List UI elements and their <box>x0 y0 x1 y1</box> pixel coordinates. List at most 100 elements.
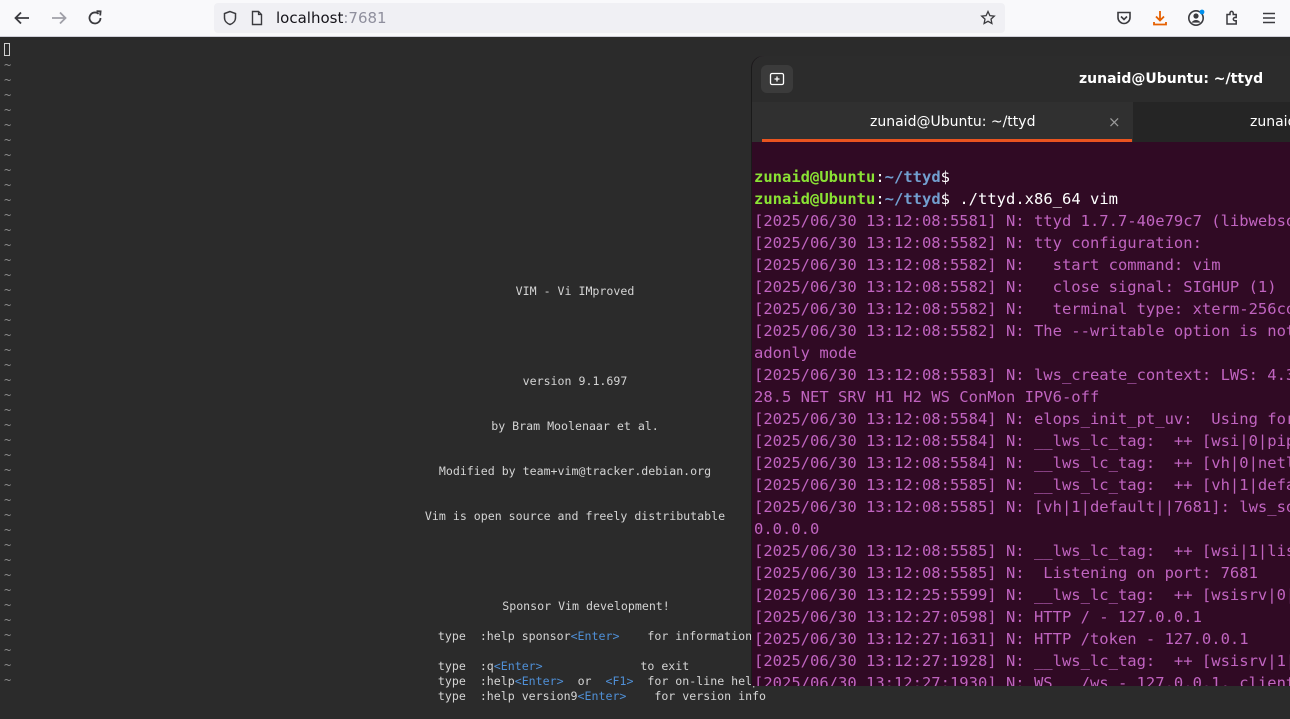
terminal-output[interactable]: zunaid@Ubuntu:~/ttyd$ zunaid@Ubuntu:~/tty… <box>754 144 1290 686</box>
vim-tilde: ~ <box>4 388 12 402</box>
vim-version: version 9.1.697 <box>522 374 628 388</box>
terminal-log-line: [2025/06/30 13:12:08:5582] N: terminal t… <box>754 300 1290 318</box>
vim-tilde: ~ <box>4 358 12 372</box>
url-port: :7681 <box>343 9 387 27</box>
vim-tilde: ~ <box>4 433 12 447</box>
terminal-log-line: [2025/06/30 13:12:08:5584] N: elops_init… <box>754 410 1290 428</box>
enter-key-label: <Enter> <box>577 689 627 703</box>
vim-tilde: ~ <box>4 538 12 552</box>
terminal-log-line: [2025/06/30 13:12:08:5584] N: __lws_lc_t… <box>754 454 1290 472</box>
enter-key-label: <Enter> <box>570 629 620 643</box>
vim-cursor <box>4 43 10 56</box>
vim-tilde: ~ <box>4 238 12 252</box>
url-bar[interactable]: localhost:7681 <box>214 3 1005 33</box>
download-icon[interactable] <box>1147 5 1173 31</box>
terminal-log-lines: [2025/06/30 13:12:08:5581] N: ttyd 1.7.7… <box>754 210 1290 686</box>
vim-tilde: ~ <box>4 568 12 582</box>
vim-license: Vim is open source and freely distributa… <box>424 509 726 523</box>
new-tab-icon <box>769 72 785 86</box>
vim-tilde: ~ <box>4 328 12 342</box>
url-host: localhost <box>276 9 344 27</box>
terminal-window[interactable]: zunaid@Ubuntu: ~/ttyd zunaid@Ubuntu: ~/t… <box>752 56 1290 686</box>
vim-tilde: ~ <box>4 58 12 72</box>
vim-tilde: ~ <box>4 268 12 282</box>
terminal-log-line: [2025/06/30 13:12:08:5583] N: lws_create… <box>754 366 1290 384</box>
terminal-log-line: [2025/06/30 13:12:08:5582] N: tty config… <box>754 234 1202 252</box>
vim-modified: Modified by team+vim@tracker.debian.org <box>438 464 712 478</box>
account-icon[interactable] <box>1183 5 1209 31</box>
vim-sponsor-heading: Sponsor Vim development! <box>502 599 670 613</box>
terminal-log-line: [2025/06/30 13:12:08:5581] N: ttyd 1.7.7… <box>754 212 1290 230</box>
shield-icon[interactable] <box>222 10 238 26</box>
vim-tilde: ~ <box>4 193 12 207</box>
vim-tilde: ~ <box>4 73 12 87</box>
terminal-log-line: [2025/06/30 13:12:27:1930] N: WS /ws - 1… <box>754 674 1290 686</box>
terminal-tab-active[interactable]: zunaid@Ubuntu: ~/ttyd × <box>752 102 1133 142</box>
browser-toolbar: localhost:7681 <box>0 0 1290 37</box>
terminal-log-line: [2025/06/30 13:12:08:5584] N: __lws_lc_t… <box>754 432 1290 450</box>
vim-title: VIM - Vi IMproved <box>515 284 635 298</box>
terminal-headerbar[interactable]: zunaid@Ubuntu: ~/ttyd <box>752 56 1290 102</box>
vim-tilde: ~ <box>4 643 12 657</box>
pocket-icon[interactable] <box>1111 5 1137 31</box>
enter-key-label: <Enter> <box>514 674 564 688</box>
forward-icon[interactable] <box>46 5 72 31</box>
vim-help-row: type :q<Enter> to exit <box>437 659 690 673</box>
new-tab-button[interactable] <box>761 65 793 93</box>
vim-tilde: ~ <box>4 223 12 237</box>
back-icon[interactable] <box>9 5 35 31</box>
vim-tilde: ~ <box>4 133 12 147</box>
vim-empty-lines: ~ ~ ~ ~ ~ ~ ~ ~ ~ ~ ~ ~ ~ ~ ~ ~ ~ ~ ~ ~ ~ ~ ~ ~ ~ ~ ~ ~ ~ ~ ~ ~ ~ ~ ~ ~ ~ ~ ~ ~… <box>4 58 18 688</box>
vim-tilde: ~ <box>4 493 12 507</box>
prompt-line: zunaid@Ubuntu:~/ttyd$ <box>754 168 951 186</box>
terminal-log-line: 28.5 NET SRV H1 H2 WS ConMon IPV6-off <box>754 388 1100 406</box>
vim-help-row: type :help version9<Enter> for version i… <box>437 689 767 703</box>
terminal-log-line: [2025/06/30 13:12:08:5585] N: __lws_lc_t… <box>754 542 1290 560</box>
prompt-line: zunaid@Ubuntu:~/ttyd$ ./ttyd.x86_64 vim <box>754 190 1118 208</box>
terminal-tab-2[interactable]: zunaid@Ubuntu: ~/ttyd <box>1250 102 1290 142</box>
terminal-log-line: [2025/06/30 13:12:08:5582] N: The --writ… <box>754 322 1290 340</box>
vim-tilde: ~ <box>4 148 12 162</box>
terminal-log-line: [2025/06/30 13:12:08:5585] N: __lws_lc_t… <box>754 476 1290 494</box>
vim-tilde: ~ <box>4 628 12 642</box>
vim-tilde: ~ <box>4 178 12 192</box>
vim-tilde: ~ <box>4 403 12 417</box>
vim-help-row: type :help<Enter> or <F1> for on-line he… <box>437 674 760 688</box>
tab-label: zunaid@Ubuntu: ~/ttyd <box>870 114 1036 130</box>
vim-tilde: ~ <box>4 583 12 597</box>
vim-tilde: ~ <box>4 373 12 387</box>
f1-key-label: <F1> <box>605 674 634 688</box>
vim-tilde: ~ <box>4 253 12 267</box>
terminal-log-line: [2025/06/30 13:12:08:5582] N: start comm… <box>754 256 1221 274</box>
vim-tilde: ~ <box>4 418 12 432</box>
vim-tilde: ~ <box>4 613 12 627</box>
vim-tilde: ~ <box>4 313 12 327</box>
vim-tilde: ~ <box>4 88 12 102</box>
extensions-icon[interactable] <box>1219 5 1245 31</box>
terminal-log-line: [2025/06/30 13:12:27:1631] N: HTTP /toke… <box>754 630 1249 648</box>
vim-tilde: ~ <box>4 463 12 477</box>
vim-tilde: ~ <box>4 673 12 687</box>
reload-icon[interactable] <box>82 5 108 31</box>
page-icon[interactable] <box>249 10 265 26</box>
vim-tilde: ~ <box>4 283 12 297</box>
vim-tilde: ~ <box>4 343 12 357</box>
terminal-log-line: adonly mode <box>754 344 857 362</box>
vim-tilde: ~ <box>4 478 12 492</box>
terminal-log-line: [2025/06/30 13:12:08:5585] N: [vh|1|defa… <box>754 498 1290 516</box>
active-tab-indicator <box>762 139 1132 142</box>
vim-tilde: ~ <box>4 298 12 312</box>
vim-tilde: ~ <box>4 448 12 462</box>
menu-icon[interactable] <box>1256 5 1282 31</box>
vim-tilde: ~ <box>4 598 12 612</box>
terminal-log-line: [2025/06/30 13:12:27:1928] N: __lws_lc_t… <box>754 652 1290 670</box>
terminal-log-line: [2025/06/30 13:12:27:0598] N: HTTP / - 1… <box>754 608 1202 626</box>
terminal-log-line: [2025/06/30 13:12:25:5599] N: __lws_lc_t… <box>754 586 1290 604</box>
vim-terminal-view[interactable]: ~ ~ ~ ~ ~ ~ ~ ~ ~ ~ ~ ~ ~ ~ ~ ~ ~ ~ ~ ~ ~ ~ ~ ~ ~ ~ ~ ~ ~ ~ ~ ~ ~ ~ ~ ~ ~ ~ ~ ~… <box>0 38 766 703</box>
bookmark-star-icon[interactable] <box>980 10 996 26</box>
url-text[interactable]: localhost:7681 <box>276 3 387 33</box>
vim-tilde: ~ <box>4 523 12 537</box>
close-tab-icon[interactable]: × <box>1108 102 1121 142</box>
terminal-title: zunaid@Ubuntu: ~/ttyd <box>1079 71 1264 87</box>
vim-tilde: ~ <box>4 163 12 177</box>
